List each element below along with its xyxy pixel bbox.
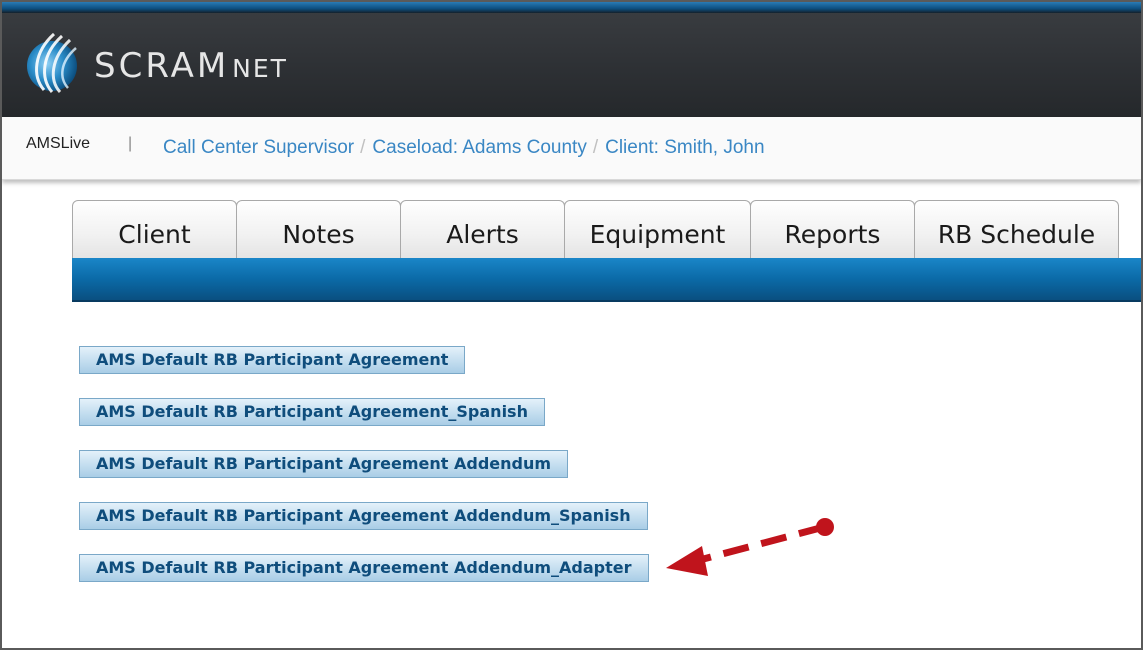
- breadcrumb: Call Center Supervisor / Caseload: Adams C…: [163, 137, 765, 159]
- tab-equipment[interactable]: Equipment: [564, 200, 751, 258]
- logo-main-text: SCRAM: [94, 46, 230, 86]
- breadcrumb-bar: AMSLive | Call Center Supervisor / Caseloa…: [2, 117, 1141, 180]
- tab-content-header: [72, 258, 1141, 302]
- header-accent-line: [2, 2, 1141, 13]
- app-divider: |: [128, 135, 133, 152]
- document-button-participant-agreement[interactable]: AMS Default RB Participant Agreement: [79, 346, 466, 374]
- breadcrumb-separator: /: [360, 137, 366, 158]
- scramnet-logo[interactable]: SCRAM NET: [24, 28, 384, 100]
- document-button-participant-agreement-addendum[interactable]: AMS Default RB Participant Agreement Add…: [79, 450, 569, 478]
- logo-suffix-text: NET: [232, 54, 288, 83]
- tab-reports[interactable]: Reports: [750, 200, 915, 258]
- breadcrumb-caseload[interactable]: Caseload: Adams County: [372, 137, 586, 158]
- tab-rb-schedule[interactable]: RB Schedule: [914, 200, 1119, 258]
- tab-alerts[interactable]: Alerts: [400, 200, 565, 258]
- tab-notes[interactable]: Notes: [236, 200, 401, 258]
- breadcrumb-separator: /: [592, 137, 599, 158]
- breadcrumb-call-center-supervisor[interactable]: Call Center Supervisor: [163, 137, 354, 158]
- document-button-participant-agreement-addendum-spanish[interactable]: AMS Default RB Participant Agreement Add…: [79, 502, 648, 530]
- tab-client[interactable]: Client: [72, 200, 237, 258]
- document-button-participant-agreement-addendum-adapter[interactable]: AMS Default RB Participant Agreement Add…: [79, 554, 649, 582]
- app-window: SCRAM NET AMSLive | Call Center Superviso…: [0, 0, 1143, 650]
- document-button-participant-agreement-spanish[interactable]: AMS Default RB Participant Agreement_Spa…: [79, 398, 545, 426]
- header: SCRAM NET: [2, 2, 1141, 117]
- breadcrumb-client[interactable]: Client: Smith, John: [605, 137, 764, 158]
- app-name[interactable]: AMSLive: [26, 135, 90, 153]
- scramnet-logo-icon: [27, 32, 77, 94]
- logo-wordmark: SCRAM NET: [94, 46, 288, 86]
